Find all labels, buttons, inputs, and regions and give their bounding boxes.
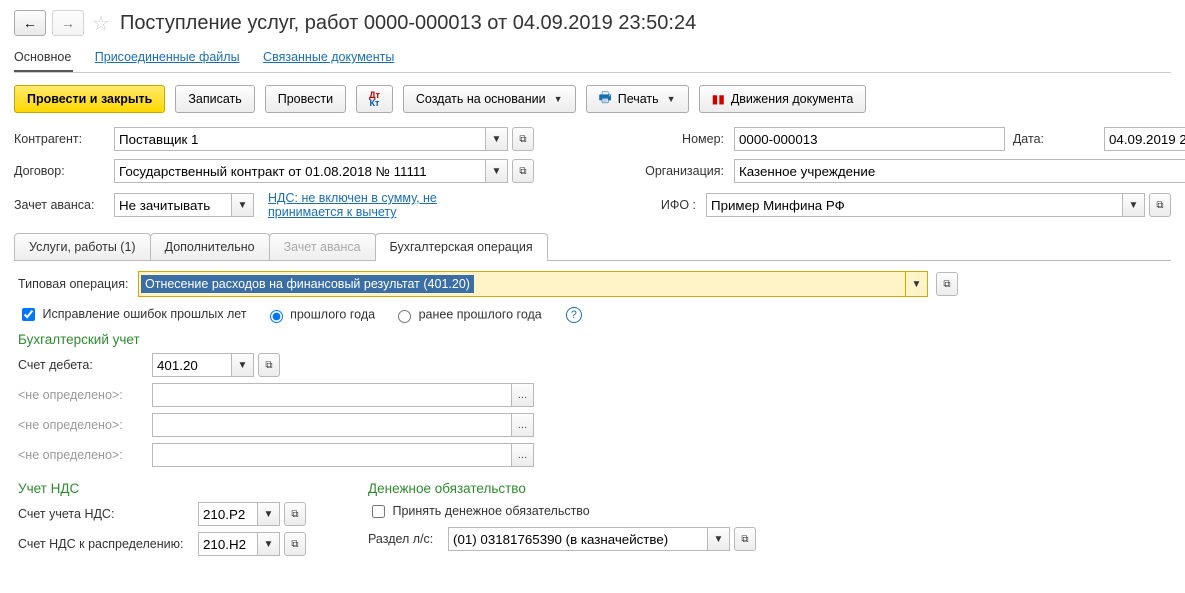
open-button[interactable]: ⧉ <box>936 272 958 296</box>
nds-distribution-account-label: Счет НДС к распределению: <box>18 537 198 551</box>
nds-distribution-account-input[interactable] <box>198 532 258 556</box>
open-button[interactable]: ⧉ <box>512 127 534 151</box>
debit-account-input[interactable] <box>152 353 232 377</box>
help-icon[interactable]: ? <box>566 307 582 323</box>
subconto3-input[interactable] <box>152 443 512 467</box>
fix-prior-errors-checkbox[interactable] <box>22 308 35 321</box>
open-button[interactable]: ⧉ <box>734 527 756 551</box>
open-icon: ⧉ <box>265 360 272 371</box>
tab-attached-files[interactable]: Присоединенные файлы <box>95 44 242 70</box>
tab-related-docs[interactable]: Связанные документы <box>263 44 396 70</box>
accounting-operation-panel: Типовая операция: Отнесение расходов на … <box>14 261 1171 566</box>
dropdown-button[interactable]: ▼ <box>486 127 508 151</box>
open-button[interactable]: ⧉ <box>1149 193 1171 217</box>
typical-operation-label: Типовая операция: <box>18 277 134 291</box>
subconto1-input[interactable] <box>152 383 512 407</box>
nds-mode-link[interactable]: НДС: не включен в сумму, не принимается … <box>254 191 506 219</box>
nav-forward-button[interactable]: → <box>52 10 84 36</box>
dropdown-button[interactable]: ▼ <box>708 527 730 551</box>
organization-input[interactable] <box>734 159 1185 183</box>
nds-account-label: Счет учета НДС: <box>18 507 198 521</box>
fix-prior-errors-checkbox-label[interactable]: Исправление ошибок прошлых лет <box>18 305 247 324</box>
chart-icon: ▮▮ <box>712 92 725 106</box>
tab-main[interactable]: Основное <box>14 44 73 72</box>
subconto3-label: <не определено>: <box>18 448 152 462</box>
open-icon: ⧉ <box>1156 200 1163 211</box>
open-button[interactable]: ⧉ <box>512 159 534 183</box>
document-tabs: Услуги, работы (1) Дополнительно Зачет а… <box>14 233 1171 261</box>
more-button[interactable]: … <box>512 413 534 437</box>
typical-operation-field[interactable]: Отнесение расходов на финансовый результ… <box>138 271 928 297</box>
ifo-label: ИФО : <box>506 198 706 212</box>
more-button[interactable]: … <box>512 383 534 407</box>
number-label: Номер: <box>534 132 734 146</box>
subconto2-input[interactable] <box>152 413 512 437</box>
dt-kt-button[interactable]: Дт Кт <box>356 85 393 113</box>
dropdown-button[interactable]: ▼ <box>258 502 280 526</box>
open-button[interactable]: ⧉ <box>258 353 280 377</box>
money-obligation-section-header: Денежное обязательство <box>368 481 756 496</box>
counterparty-label: Контрагент: <box>14 132 114 146</box>
post-and-close-button[interactable]: Провести и закрыть <box>14 85 165 113</box>
counterparty-input[interactable] <box>114 127 486 151</box>
nav-tabs: Основное Присоединенные файлы Связанные … <box>14 44 1171 73</box>
date-label: Дата: <box>1013 132 1044 146</box>
radio-earlier-years[interactable] <box>398 310 411 323</box>
dropdown-button[interactable]: ▼ <box>1123 193 1145 217</box>
subconto1-label: <не определено>: <box>18 388 152 402</box>
kt-icon: Кт <box>370 99 380 107</box>
open-icon: ⧉ <box>291 539 298 550</box>
radio-earlier-years-label[interactable]: ранее прошлого года <box>393 307 542 323</box>
nds-section-header: Учет НДС <box>18 481 338 496</box>
tab-additional[interactable]: Дополнительно <box>150 233 270 260</box>
save-button[interactable]: Записать <box>175 85 254 113</box>
radio-last-year[interactable] <box>270 310 283 323</box>
organization-label: Организация: <box>534 164 734 178</box>
accounting-section-header: Бухгалтерский учет <box>18 332 1167 347</box>
dropdown-button[interactable]: ▼ <box>258 532 280 556</box>
page-title: Поступление услуг, работ 0000-000013 от … <box>120 12 696 35</box>
radio-last-year-label[interactable]: прошлого года <box>265 307 376 323</box>
dropdown-button[interactable]: ▼ <box>905 272 927 296</box>
nds-account-input[interactable] <box>198 502 258 526</box>
subconto2-label: <не определено>: <box>18 418 152 432</box>
debit-account-label: Счет дебета: <box>18 358 152 372</box>
advance-offset-input[interactable] <box>114 193 232 217</box>
favorite-star-icon[interactable]: ☆ <box>92 11 110 36</box>
tab-advance-offset[interactable]: Зачет аванса <box>269 233 376 260</box>
open-button[interactable]: ⧉ <box>284 532 306 556</box>
account-section-input[interactable] <box>448 527 708 551</box>
dropdown-button[interactable]: ▼ <box>486 159 508 183</box>
more-button[interactable]: … <box>512 443 534 467</box>
open-icon: ⧉ <box>519 134 526 145</box>
chevron-down-icon: ▼ <box>554 94 563 104</box>
document-movements-button[interactable]: ▮▮ Движения документа <box>699 85 867 113</box>
open-icon: ⧉ <box>291 509 298 520</box>
printer-icon: 🖶 <box>599 87 612 111</box>
toolbar: Провести и закрыть Записать Провести Дт … <box>14 85 1171 113</box>
advance-offset-label: Зачет аванса: <box>14 198 114 212</box>
dropdown-button[interactable]: ▼ <box>232 353 254 377</box>
ifo-input[interactable] <box>706 193 1123 217</box>
account-section-label: Раздел л/с: <box>368 532 448 546</box>
date-input[interactable] <box>1104 127 1185 151</box>
number-input[interactable] <box>734 127 1005 151</box>
tab-accounting-operation[interactable]: Бухгалтерская операция <box>375 233 548 260</box>
chevron-down-icon: ▼ <box>667 94 676 104</box>
open-icon: ⧉ <box>741 534 748 545</box>
print-button[interactable]: 🖶 Печать▼ <box>586 85 689 113</box>
accept-money-obligation-label[interactable]: Принять денежное обязательство <box>368 502 590 521</box>
accept-money-obligation-checkbox[interactable] <box>372 505 385 518</box>
create-based-on-button[interactable]: Создать на основании▼ <box>403 85 576 113</box>
dropdown-button[interactable]: ▼ <box>232 193 254 217</box>
typical-operation-value: Отнесение расходов на финансовый результ… <box>141 275 474 293</box>
contract-label: Договор: <box>14 164 114 178</box>
open-button[interactable]: ⧉ <box>284 502 306 526</box>
tab-services-works[interactable]: Услуги, работы (1) <box>14 233 151 260</box>
open-icon: ⧉ <box>519 166 526 177</box>
post-button[interactable]: Провести <box>265 85 346 113</box>
open-icon: ⧉ <box>943 279 950 290</box>
contract-input[interactable] <box>114 159 486 183</box>
nav-back-button[interactable]: ← <box>14 10 46 36</box>
